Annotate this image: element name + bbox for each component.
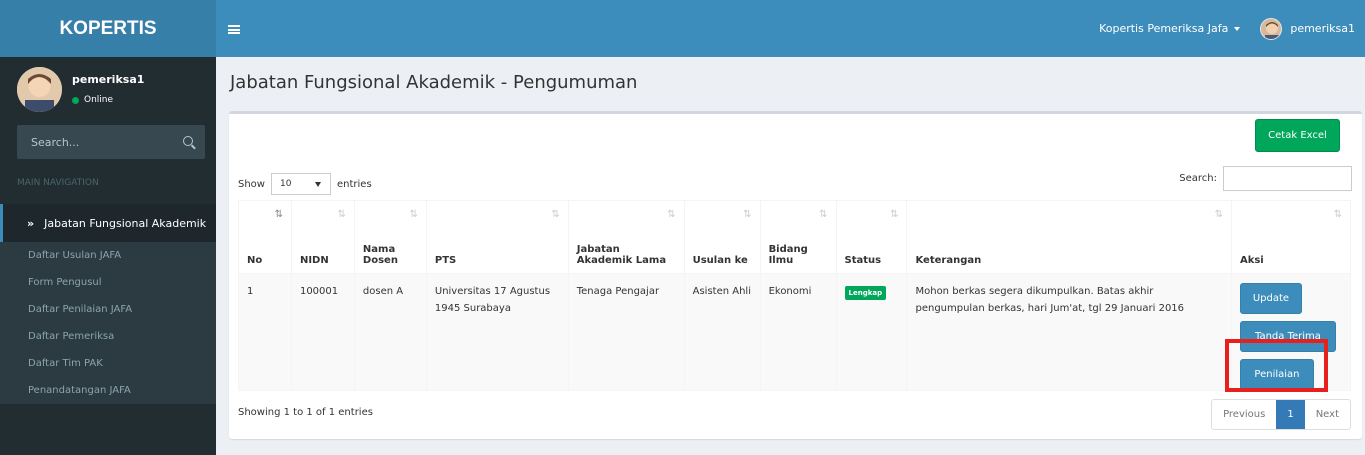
sort-asc-icon: ⇅	[274, 209, 283, 220]
cell-keterangan: Mohon berkas segera dikumpulkan. Batas a…	[906, 273, 1232, 391]
sort-icon: ⇅	[551, 209, 560, 220]
column-header-aksi[interactable]: ⇅ Aksi	[1230, 200, 1352, 274]
sidebar-submenu: Daftar Usulan JAFA Form Pengusul Daftar …	[0, 242, 216, 404]
column-header-no[interactable]: ⇅ No	[238, 200, 292, 274]
highlight-box	[1225, 339, 1328, 392]
account-menu-label: Kopertis Pemeriksa Jafa	[1099, 22, 1229, 35]
sort-icon: ⇅	[743, 209, 752, 220]
sidebar: pemeriksa1 Online MAIN NAVIGATION » Jaba…	[0, 57, 216, 455]
column-header-bidang[interactable]: ⇅ Bidang Ilmu	[759, 200, 837, 274]
previous-button[interactable]: Previous	[1212, 400, 1276, 429]
data-table: ⇅ No ⇅ NIDN ⇅ Nama Dosen ⇅ PTS ⇅ Jabatan Akad…	[238, 200, 1352, 391]
entries-select[interactable]: 10	[270, 173, 331, 195]
header-label: PTS	[434, 255, 457, 266]
entries-label: entries	[336, 178, 372, 190]
sidebar-item-daftar-pemeriksa[interactable]: Daftar Pemeriksa	[0, 323, 216, 350]
table-header-row: ⇅ No ⇅ NIDN ⇅ Nama Dosen ⇅ PTS ⇅ Jabatan Akad…	[238, 200, 1352, 274]
sidebar-item-jafa[interactable]: » Jabatan Fungsional Akademik	[0, 204, 216, 242]
table-info: Showing 1 to 1 of 1 entries	[238, 407, 373, 418]
table-row: 1 100001 dosen A Universitas 17 Agustus …	[238, 273, 1352, 391]
sidebar-item-daftar-usulan[interactable]: Daftar Usulan JAFA	[0, 242, 216, 269]
caret-down-icon	[314, 182, 321, 187]
user-avatar-icon	[1260, 17, 1283, 40]
next-button[interactable]: Next	[1305, 400, 1350, 429]
header-label: Aksi	[1239, 255, 1264, 266]
nav-header: MAIN NAVIGATION	[17, 178, 99, 188]
sort-icon: ⇅	[1333, 209, 1342, 220]
sidebar-item-penandatangan[interactable]: Penandatangan JAFA	[0, 377, 216, 404]
search-label: Search:	[1179, 173, 1217, 184]
sidebar-search-input[interactable]	[17, 125, 205, 159]
header-label: No	[247, 255, 263, 266]
avatar	[17, 67, 62, 112]
status-label: Online	[84, 95, 114, 105]
entries-length-control: Show 10 entries	[238, 173, 372, 195]
column-header-usulan[interactable]: ⇅ Usulan ke	[683, 200, 761, 274]
column-header-nama-dosen[interactable]: ⇅ Nama Dosen	[353, 200, 427, 274]
sidebar-search	[17, 125, 205, 159]
cell-no: 1	[238, 273, 292, 391]
table-search-input[interactable]	[1223, 166, 1352, 191]
column-header-nidn[interactable]: ⇅ NIDN	[290, 200, 355, 274]
column-header-status[interactable]: ⇅ Status	[835, 200, 908, 274]
sidebar-item-label: Jabatan Fungsional Akademik	[44, 216, 207, 230]
search-icon[interactable]	[183, 136, 193, 146]
show-label: Show	[238, 178, 265, 190]
cell-pts: Universitas 17 Agustus 1945 Surabaya	[425, 273, 569, 391]
header-label: Status	[844, 255, 882, 266]
user-menu-name: pemeriksa1	[1290, 22, 1355, 35]
entries-select-value: 10	[279, 179, 292, 189]
sort-icon: ⇅	[667, 209, 676, 220]
top-navbar: Kopertis Pemeriksa Jafa pemeriksa1	[216, 0, 1365, 57]
navbar-right: Kopertis Pemeriksa Jafa pemeriksa1	[1089, 0, 1365, 57]
cell-jabatan: Tenaga Pengajar	[567, 273, 685, 391]
app-logo[interactable]: KOPERTIS	[0, 0, 216, 57]
cell-nama: dosen A	[353, 273, 427, 391]
header-label: Usulan ke	[692, 255, 748, 266]
caret-down-icon	[1234, 26, 1241, 31]
content-box: Cetak Excel Show 10 entries Search: ⇅ No …	[229, 111, 1362, 439]
sidebar-item-daftar-penilaian[interactable]: Daftar Penilaian JAFA	[0, 296, 216, 323]
online-dot-icon	[72, 96, 79, 104]
pagination: Previous 1 Next	[1211, 399, 1351, 430]
sort-icon: ⇅	[337, 209, 346, 220]
update-button[interactable]: Update	[1239, 283, 1302, 314]
column-header-jabatan[interactable]: ⇅ Jabatan Akademik Lama	[567, 200, 685, 274]
cell-nidn: 100001	[290, 273, 355, 391]
cell-status: Lengkap	[835, 273, 908, 391]
sidebar-item-form-pengusul[interactable]: Form Pengusul	[0, 269, 216, 296]
user-panel: pemeriksa1 Online	[0, 57, 216, 123]
chevron-right-icon: »	[27, 216, 35, 230]
header-label: Jabatan Akademik Lama	[576, 244, 667, 266]
user-menu[interactable]: pemeriksa1	[1250, 0, 1365, 57]
column-header-pts[interactable]: ⇅ PTS	[425, 200, 569, 274]
menu-toggle-icon[interactable]	[228, 25, 240, 34]
sort-icon: ⇅	[819, 209, 828, 220]
sort-icon: ⇅	[1214, 209, 1223, 220]
export-excel-button[interactable]: Cetak Excel	[1255, 119, 1340, 152]
column-header-keterangan[interactable]: ⇅ Keterangan	[906, 200, 1232, 274]
cell-bidang: Ekonomi	[759, 273, 837, 391]
header-label: Keterangan	[915, 255, 982, 266]
header-label: NIDN	[299, 255, 329, 266]
header-label: Nama Dosen	[362, 244, 398, 266]
page-1-button[interactable]: 1	[1276, 400, 1305, 429]
sidebar-item-tim-pak[interactable]: Daftar Tim PAK	[0, 350, 216, 377]
sort-icon: ⇅	[409, 209, 418, 220]
page-title: Jabatan Fungsional Akademik - Pengumuman	[230, 72, 638, 93]
table-search: Search:	[1179, 166, 1352, 191]
sidebar-username: pemeriksa1	[72, 73, 145, 86]
sort-icon: ⇅	[890, 209, 899, 220]
status-indicator: Online	[72, 95, 113, 105]
cell-usulan: Asisten Ahli	[683, 273, 761, 391]
account-menu[interactable]: Kopertis Pemeriksa Jafa	[1089, 0, 1250, 57]
status-badge: Lengkap	[844, 286, 887, 300]
header-label: Bidang Ilmu	[768, 244, 808, 266]
